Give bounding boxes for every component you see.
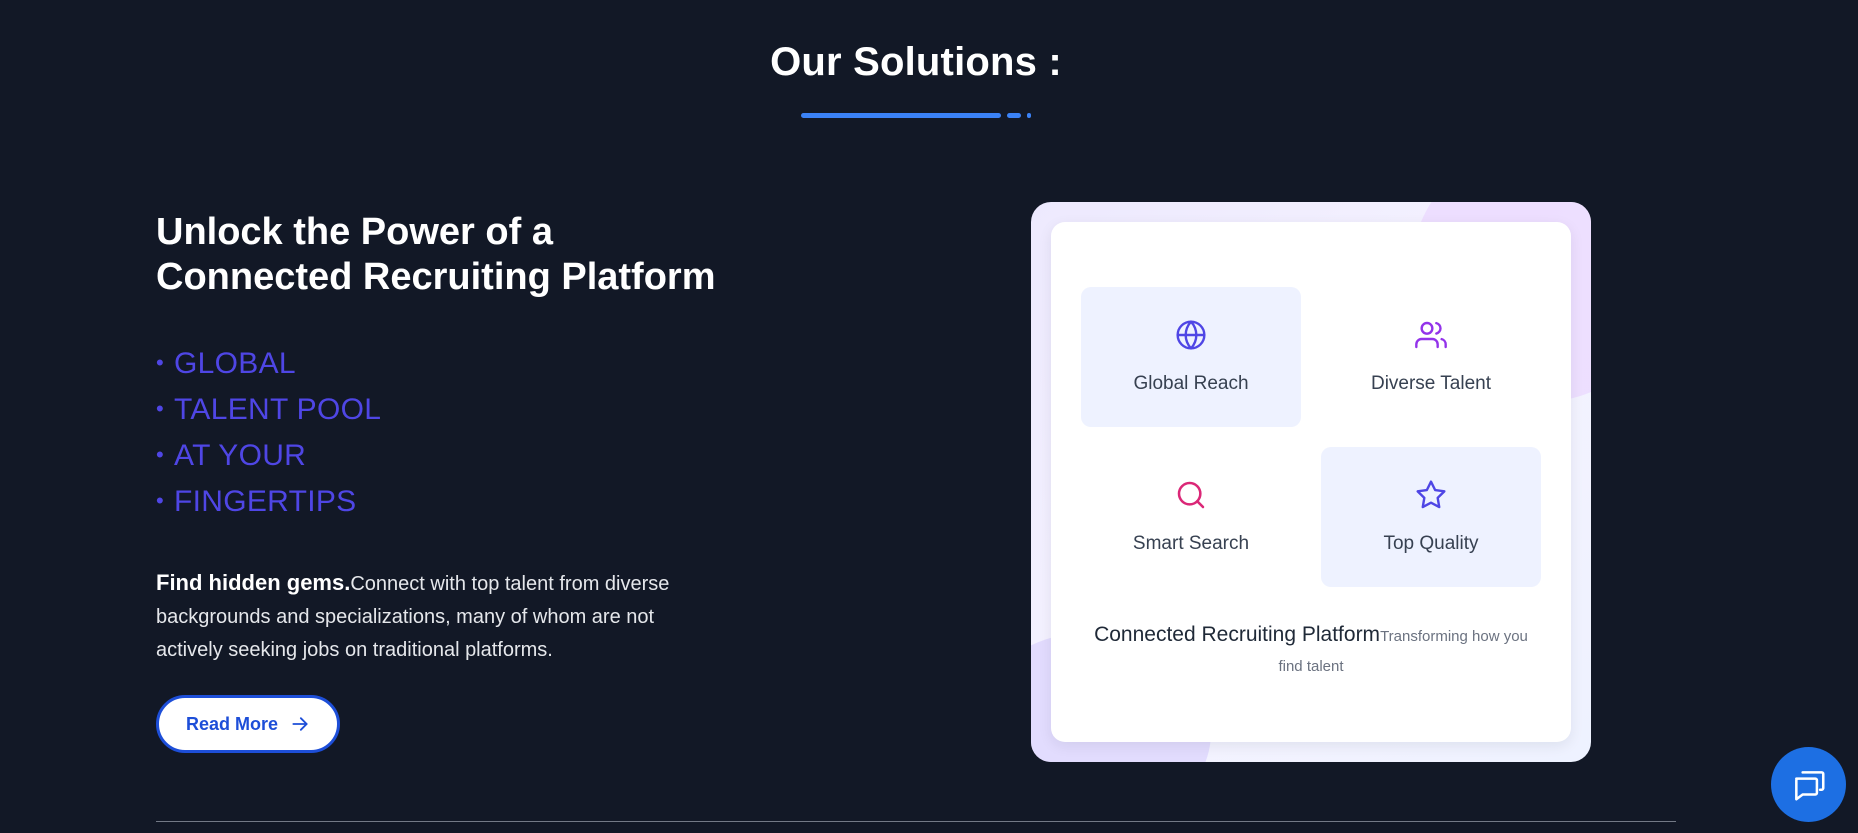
hero-description: Find hidden gems.Connect with top talent…	[156, 566, 696, 667]
chat-button[interactable]	[1771, 747, 1846, 822]
read-more-label: Read More	[185, 713, 279, 734]
tile-label: Global Reach	[1133, 373, 1249, 394]
chat-icon	[1794, 770, 1825, 801]
feature-item: • AT YOUR	[156, 432, 716, 478]
tile-label: Smart Search	[1132, 533, 1250, 554]
tile-label: Diverse Talent	[1370, 373, 1492, 394]
tile-smart-search: Smart Search	[1081, 447, 1301, 587]
feature-text: AT YOUR	[174, 439, 307, 472]
tile-global-reach: Global Reach	[1081, 287, 1301, 427]
bullet: •	[156, 442, 165, 467]
search-icon	[1177, 481, 1205, 509]
feature-text: GLOBAL	[174, 347, 296, 380]
bullet: •	[156, 488, 165, 513]
hero-content: Unlock the Power of a Connected Recruiti…	[156, 210, 716, 667]
globe-icon	[1176, 320, 1206, 350]
read-more-button[interactable]: Read More	[156, 695, 340, 753]
divider	[156, 821, 1676, 822]
platform-card-inner: Global Reach Diverse Talent Smart Search…	[1051, 222, 1571, 742]
tile-diverse-talent: Diverse Talent	[1321, 287, 1541, 427]
feature-item: • FINGERTIPS	[156, 478, 716, 524]
card-caption: Connected Recruiting PlatformTransformin…	[1081, 620, 1541, 682]
section-title: Our Solutions :	[770, 40, 1062, 84]
headline-line-2: Connected Recruiting Platform	[156, 256, 716, 298]
title-underline	[801, 113, 1041, 119]
hero-headline: Unlock the Power of a Connected Recruiti…	[156, 210, 716, 300]
feature-item: • TALENT POOL	[156, 386, 716, 432]
platform-card: Global Reach Diverse Talent Smart Search…	[1031, 202, 1591, 762]
headline-line-1: Unlock the Power of a	[156, 211, 553, 253]
caption-title: Connected Recruiting Platform	[1094, 623, 1381, 646]
arrow-right-icon	[292, 717, 308, 731]
tile-label: Top Quality	[1383, 533, 1479, 554]
users-icon	[1415, 321, 1447, 349]
bullet: •	[156, 350, 165, 375]
feature-list: • GLOBAL • TALENT POOL • AT YOUR • FINGERTIP…	[156, 340, 716, 524]
tile-top-quality: Top Quality	[1321, 447, 1541, 587]
star-icon	[1416, 480, 1446, 509]
bullet: •	[156, 396, 165, 421]
feature-text: TALENT POOL	[174, 393, 382, 426]
feature-text: FINGERTIPS	[174, 485, 357, 518]
description-lead: Find hidden gems.	[156, 570, 351, 595]
feature-item: • GLOBAL	[156, 340, 716, 386]
